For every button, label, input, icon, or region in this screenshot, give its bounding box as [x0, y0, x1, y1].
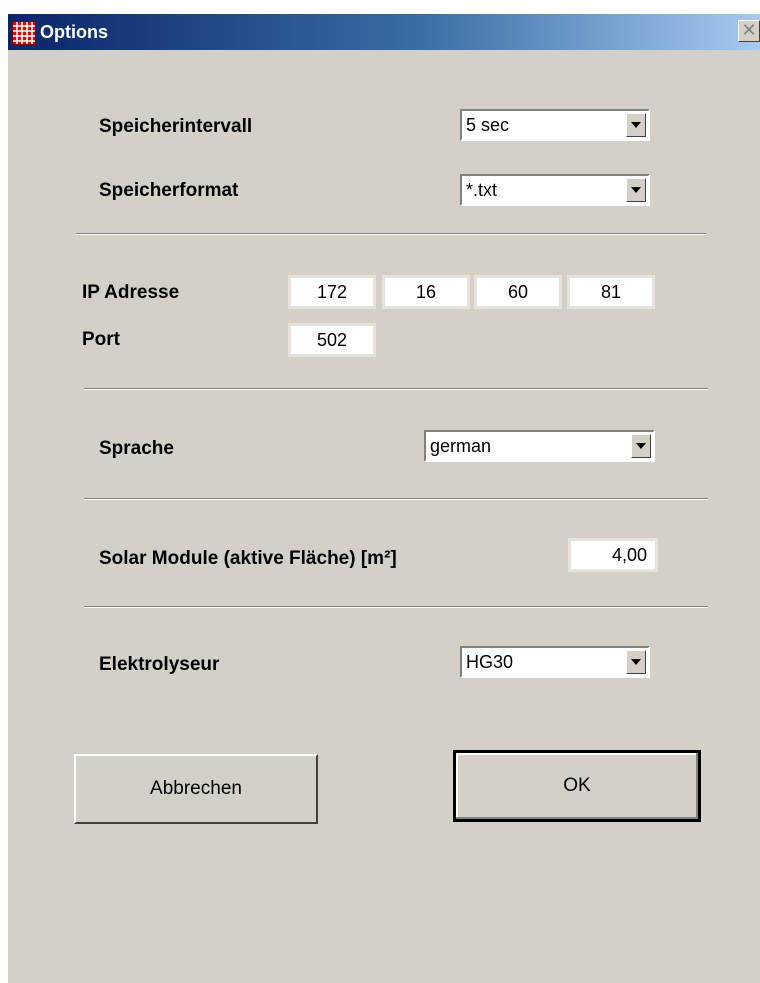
ip-octet-2-field[interactable]: 16 — [382, 275, 470, 309]
ip-octet-3-field[interactable]: 60 — [474, 275, 562, 309]
cancel-button[interactable]: Abbrechen — [74, 754, 318, 824]
elektrolyseur-value: HG30 — [466, 652, 514, 672]
port-field[interactable]: 502 — [288, 323, 376, 357]
speicherintervall-select[interactable]: 5 sec — [460, 109, 650, 141]
language-value: german — [430, 436, 492, 456]
ip-octet-4-field[interactable]: 81 — [567, 275, 655, 309]
chevron-down-icon[interactable] — [631, 434, 651, 458]
window-title: Options — [40, 22, 108, 42]
ip-address-label: IP Adresse — [82, 282, 180, 303]
speicherformat-value: *.txt — [466, 180, 498, 200]
separator — [84, 606, 708, 608]
app-grid-icon — [12, 21, 36, 45]
solar-module-area-field[interactable]: 4,00 — [568, 538, 658, 572]
chevron-down-icon[interactable] — [626, 650, 646, 674]
speicherintervall-value: 5 sec — [466, 115, 510, 135]
speicherformat-select[interactable]: *.txt — [460, 174, 650, 206]
separator — [76, 233, 706, 235]
ok-button[interactable]: OK — [453, 750, 701, 822]
close-button[interactable]: ✕ — [738, 20, 760, 42]
solar-module-label: Solar Module (aktive Fläche) [m²] — [99, 548, 397, 569]
ip-octet-1-field[interactable]: 172 — [288, 275, 376, 309]
chevron-down-icon[interactable] — [626, 113, 646, 137]
language-select[interactable]: german — [424, 430, 655, 462]
options-dialog: Options ✕ Speicherintervall 5 sec Speich… — [8, 14, 760, 983]
title-bar[interactable]: Options ✕ — [8, 14, 760, 50]
elektrolyseur-select[interactable]: HG30 — [460, 646, 650, 678]
separator — [84, 498, 708, 500]
elektrolyseur-label: Elektrolyseur — [99, 654, 220, 675]
separator — [84, 388, 708, 390]
speicherformat-label: Speicherformat — [99, 180, 239, 201]
chevron-down-icon[interactable] — [626, 178, 646, 202]
port-label: Port — [82, 329, 120, 350]
sprache-label: Sprache — [99, 438, 174, 459]
speicherintervall-label: Speicherintervall — [99, 116, 253, 137]
